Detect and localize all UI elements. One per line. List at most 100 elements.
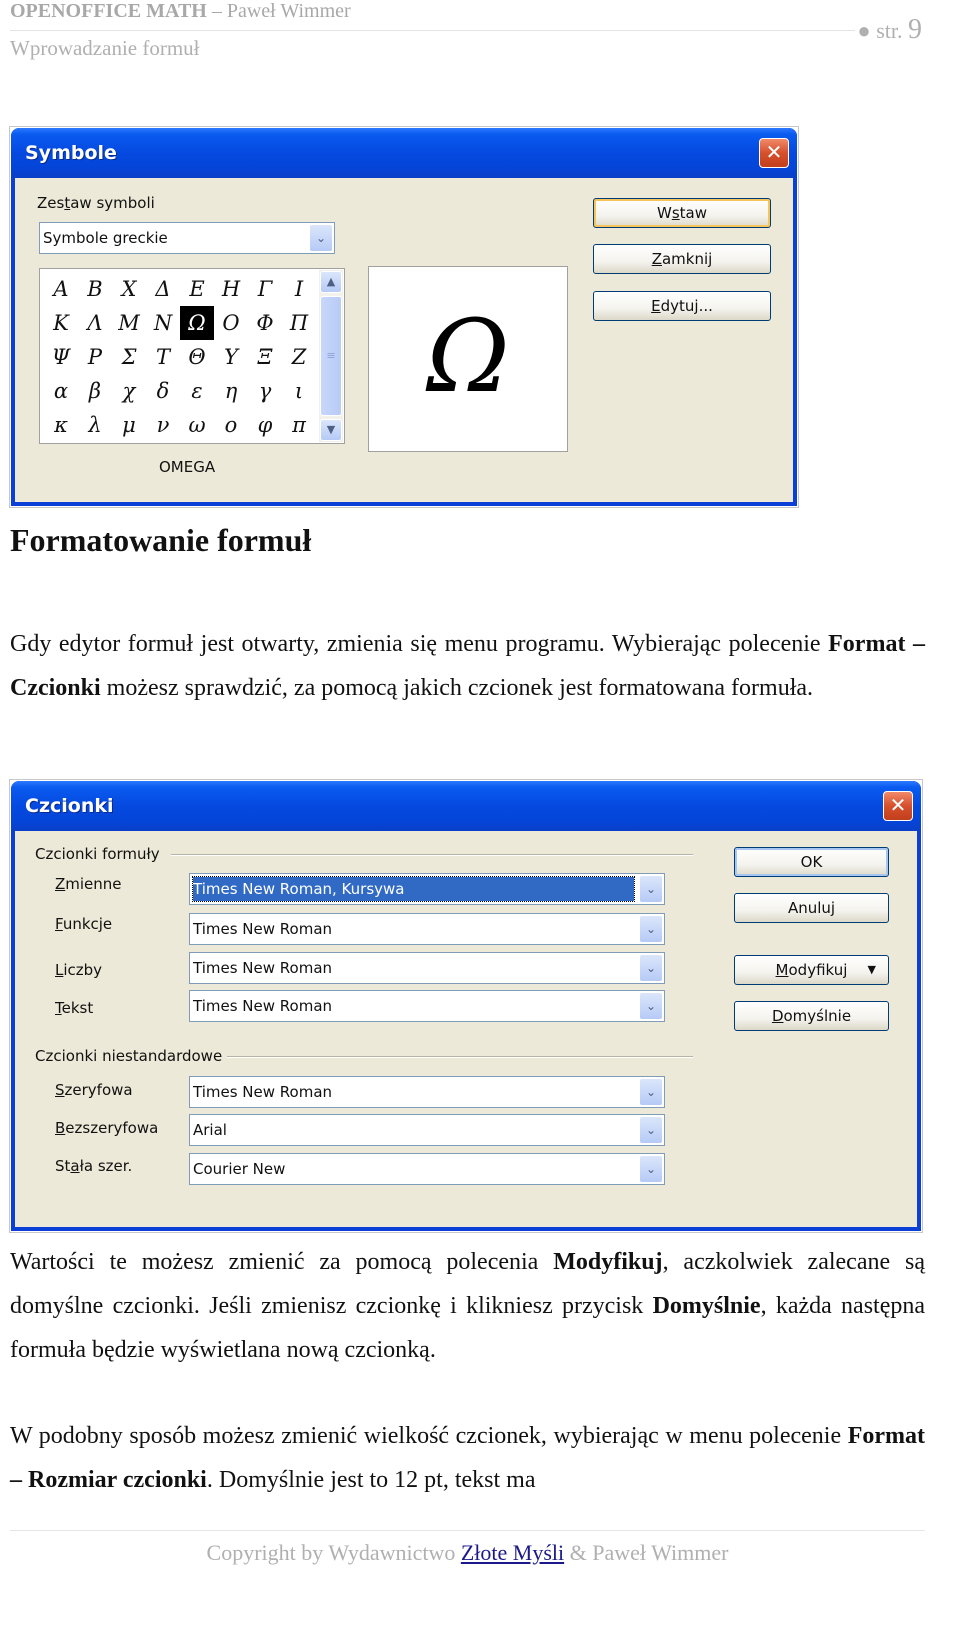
close-icon[interactable]: ✕ (883, 791, 913, 821)
symbol-scrollbar[interactable]: ▲ ≡ ▼ (319, 270, 343, 442)
ok-button[interactable]: OK (734, 847, 889, 877)
symbol-cell[interactable]: ν (146, 408, 180, 442)
symbol-cell[interactable]: η (214, 374, 248, 408)
label-functions: Funkcje (55, 915, 113, 933)
symbols-dialog-title: Symbole (25, 142, 117, 164)
fonts-dialog-title: Czcionki (25, 795, 114, 817)
symbol-cell[interactable]: H (214, 272, 248, 306)
symbol-cell[interactable]: λ (78, 408, 112, 442)
symbol-cell[interactable]: Ξ (248, 340, 282, 374)
chevron-down-icon[interactable]: ⌄ (640, 993, 662, 1019)
symbol-cell[interactable]: T (146, 340, 180, 374)
modify-button[interactable]: Modyfikuj ▼ (734, 955, 889, 985)
symbol-cell[interactable]: X (112, 272, 146, 306)
symbol-cell[interactable]: Γ (248, 272, 282, 306)
serif-font-dropdown[interactable]: Times New Roman ⌄ (189, 1076, 665, 1108)
symbol-cell[interactable]: π (282, 408, 316, 442)
symbol-cell[interactable]: Λ (78, 306, 112, 340)
symbol-cell[interactable]: K (44, 306, 78, 340)
text: Wartości te możesz zmienić za pomocą pol… (10, 1249, 554, 1275)
edit-button[interactable]: Edytuj... (593, 291, 771, 321)
symbol-cell[interactable]: δ (146, 374, 180, 408)
label-sans-serif: Bezszeryfowa (55, 1119, 159, 1137)
symbol-cell[interactable]: Ψ (44, 340, 78, 374)
symbol-cell[interactable]: Z (282, 340, 316, 374)
symbol-cell[interactable]: ε (180, 374, 214, 408)
symbol-cell[interactable]: γ (248, 374, 282, 408)
sans-serif-font-dropdown[interactable]: Arial ⌄ (189, 1114, 665, 1146)
fixed-width-font-dropdown[interactable]: Courier New ⌄ (189, 1153, 665, 1185)
scroll-down-icon[interactable]: ▼ (320, 419, 342, 441)
symbol-set-value: Symbole greckie (43, 229, 168, 247)
functions-font-dropdown[interactable]: Times New Roman ⌄ (189, 913, 665, 945)
default-button[interactable]: Domyślnie (734, 1001, 889, 1031)
symbol-cell[interactable]: B (78, 272, 112, 306)
symbol-cell[interactable]: ω (180, 408, 214, 442)
symbol-cell[interactable]: O (214, 306, 248, 340)
text-font-dropdown[interactable]: Times New Roman ⌄ (189, 990, 665, 1022)
chevron-down-icon[interactable]: ⌄ (640, 1117, 662, 1143)
symbol-cell[interactable]: ο (214, 408, 248, 442)
fonts-dialog-screenshot: Czcionki ✕ Czcionki formuły Zmienne Time… (9, 779, 923, 1233)
chevron-down-icon[interactable]: ⌄ (640, 876, 662, 902)
label-serif: Szeryfowa (55, 1081, 133, 1099)
symbol-cell[interactable]: A (44, 272, 78, 306)
symbol-cell[interactable]: Φ (248, 306, 282, 340)
paragraph-1: Gdy edytor formuł jest otwarty, zmienia … (10, 622, 925, 710)
symbol-cell[interactable]: μ (112, 408, 146, 442)
symbol-cell[interactable]: α (44, 374, 78, 408)
book-title: OPENOFFICE MATH (10, 0, 207, 22)
text: & Paweł Wimmer (564, 1540, 729, 1565)
symbol-cell[interactable]: I (282, 272, 316, 306)
chevron-down-icon[interactable]: ⌄ (640, 955, 662, 981)
chevron-down-icon[interactable]: ⌄ (640, 916, 662, 942)
symbol-cell[interactable]: Θ (180, 340, 214, 374)
symbol-cell[interactable]: χ (112, 374, 146, 408)
chevron-down-icon[interactable]: ⌄ (310, 225, 332, 251)
publisher-link[interactable]: Złote Myśli (461, 1540, 564, 1565)
variables-font-dropdown[interactable]: Times New Roman, Kursywa ⌄ (189, 873, 665, 905)
symbol-set-dropdown[interactable]: Symbole greckie ⌄ (39, 222, 335, 254)
text: . Domyślnie jest to 12 pt, tekst ma (206, 1467, 536, 1493)
paragraph-3: W podobny sposób możesz zmienić wielkość… (10, 1414, 925, 1502)
label-variables: Zmienne (55, 875, 122, 893)
cancel-button[interactable]: Anuluj (734, 893, 889, 923)
symbol-cell[interactable]: ι (282, 374, 316, 408)
symbol-cell[interactable]: Υ (214, 340, 248, 374)
symbol-cell[interactable]: κ (44, 408, 78, 442)
symbol-name: OMEGA (159, 458, 216, 476)
chevron-down-icon[interactable]: ⌄ (640, 1079, 662, 1105)
header-divider (10, 30, 855, 31)
scroll-thumb[interactable]: ≡ (320, 296, 342, 416)
functions-font-value: Times New Roman (193, 920, 333, 938)
symbols-dialog-screenshot: Symbole ✕ Zestaw symboli Symbole greckie… (9, 126, 799, 508)
chevron-down-icon[interactable]: ⌄ (640, 1156, 662, 1182)
fonts-dialog-titlebar: Czcionki ✕ (11, 781, 921, 831)
symbol-cell[interactable]: Δ (146, 272, 180, 306)
symbol-cell[interactable]: N (146, 306, 180, 340)
numbers-font-dropdown[interactable]: Times New Roman ⌄ (189, 952, 665, 984)
fixed-width-font-value: Courier New (193, 1160, 286, 1178)
symbol-cell[interactable]: Σ (112, 340, 146, 374)
symbol-cell[interactable]: β (78, 374, 112, 408)
symbol-cell[interactable]: Ω (180, 306, 214, 340)
symbols-dialog-frame: Symbole ✕ Zestaw symboli Symbole greckie… (11, 128, 797, 506)
symbol-cell[interactable]: Π (282, 306, 316, 340)
text: W podobny sposób możesz zmienić wielkość… (10, 1423, 848, 1449)
text: możesz sprawdzić, za pomocą jakich czcio… (100, 675, 814, 701)
symbols-dialog-client: Zestaw symboli Symbole greckie ⌄ ABXΔEHΓ… (15, 178, 793, 502)
symbol-cell[interactable]: M (112, 306, 146, 340)
symbol-cell[interactable]: P (78, 340, 112, 374)
close-icon[interactable]: ✕ (759, 138, 789, 168)
symbol-cell[interactable]: φ (248, 408, 282, 442)
page-prefix: ● str. (857, 18, 908, 43)
scroll-up-icon[interactable]: ▲ (320, 271, 342, 293)
footer-divider (10, 1530, 925, 1531)
label-numbers: Liczby (55, 961, 103, 979)
symbol-cells: ABXΔEHΓI KΛMNΩOΦΠ ΨPΣTΘΥΞZαβχδεηγι κλμνωοφπ (44, 272, 314, 442)
close-button[interactable]: Zamknij (593, 244, 771, 274)
page-number: ● str. 9 (857, 14, 922, 46)
insert-button[interactable]: Wstaw (593, 198, 771, 228)
command-bold: Domyślnie (652, 1293, 761, 1319)
symbol-cell[interactable]: E (180, 272, 214, 306)
